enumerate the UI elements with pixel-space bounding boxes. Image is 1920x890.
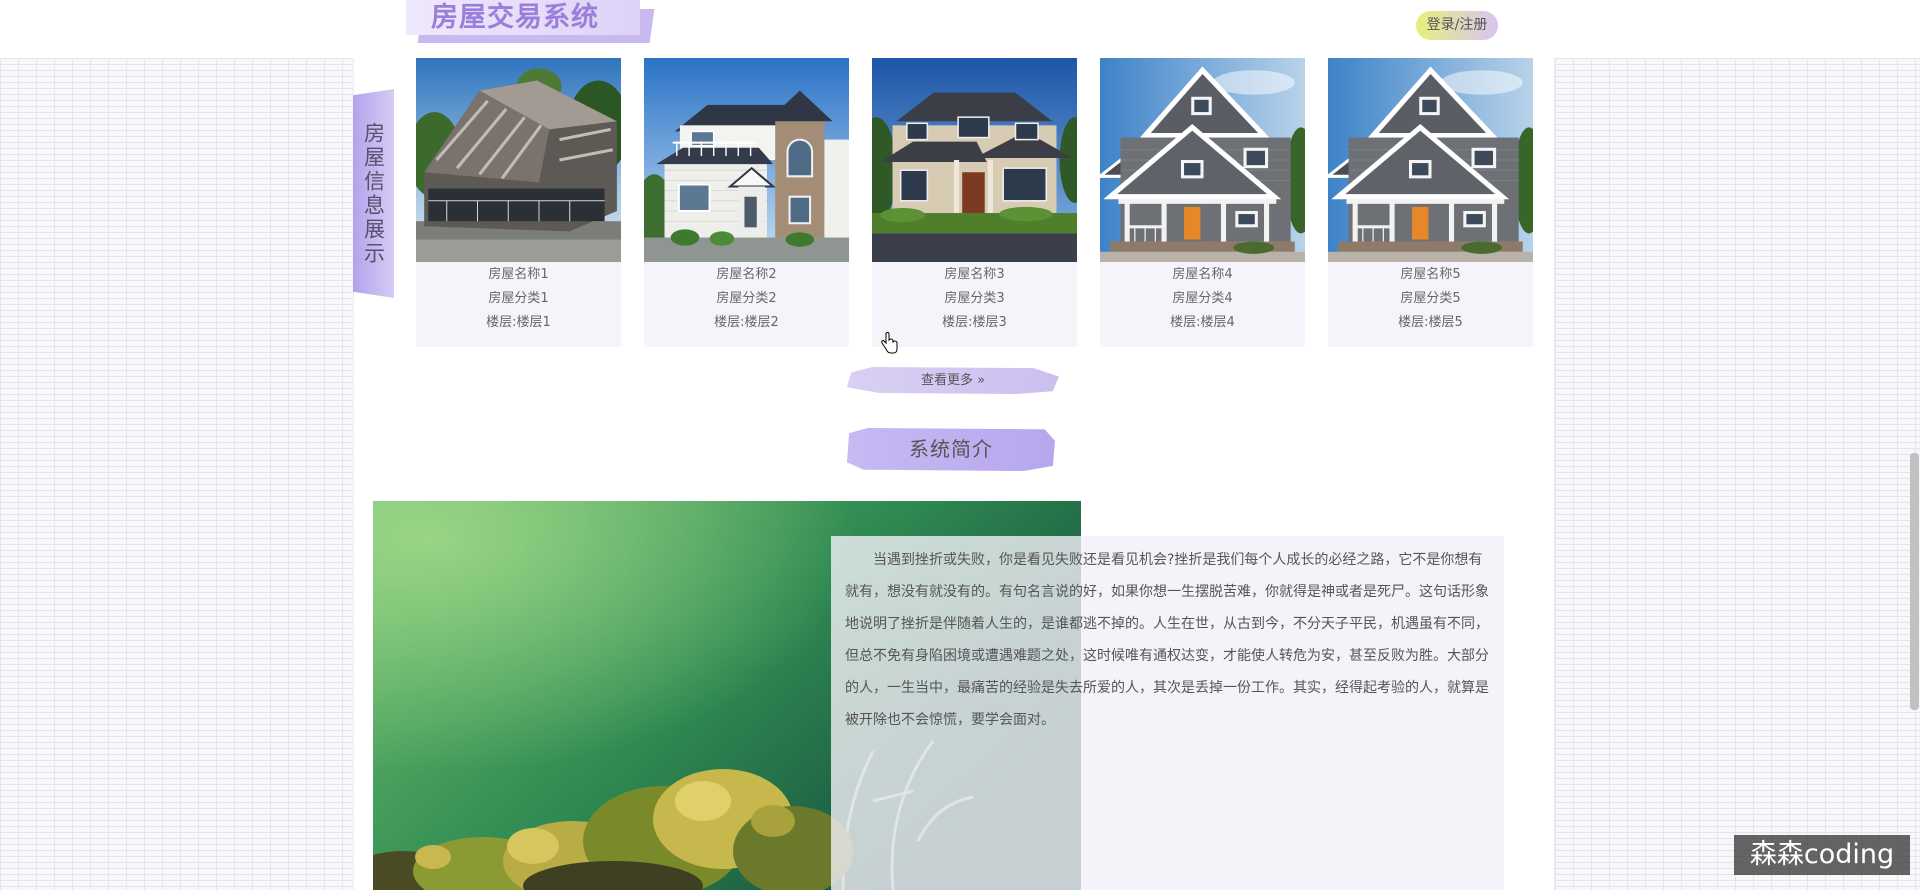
house-image: [1100, 58, 1305, 262]
page-scrollbar-thumb[interactable]: [1910, 453, 1919, 710]
view-more-button[interactable]: 查看更多 »: [847, 367, 1059, 394]
side-tab-label: 房屋信息展示: [361, 121, 386, 266]
house-floor: 楼层:楼层1: [486, 315, 551, 330]
house-card[interactable]: 房屋名称3 房屋分类3 楼层:楼层3: [872, 58, 1077, 347]
house-name: 房屋名称5: [1400, 267, 1461, 282]
house-floor: 楼层:楼层2: [714, 315, 779, 330]
house-floor: 楼层:楼层5: [1398, 315, 1463, 330]
house-card-list: 房屋名称1 房屋分类1 楼层:楼层1 房屋名称2 房屋分类2 楼层:楼层2 房屋…: [416, 58, 1533, 347]
pointer-hand-icon: [881, 332, 898, 354]
intro-text-panel: 当遇到挫折或失败，你是看见失败还是看见机会?挫折是我们每个人成长的必经之路，它不…: [831, 536, 1504, 890]
house-category: 房屋分类5: [1400, 291, 1461, 306]
house-category: 房屋分类3: [944, 291, 1005, 306]
site-title: 房屋交易系统: [431, 2, 599, 33]
house-name: 房屋名称3: [944, 267, 1005, 282]
intro-section-heading: 系统简介: [847, 428, 1055, 471]
house-card[interactable]: 房屋名称1 房屋分类1 楼层:楼层1: [416, 58, 621, 347]
house-card[interactable]: 房屋名称2 房屋分类2 楼层:楼层2: [644, 58, 849, 347]
house-name: 房屋名称2: [716, 267, 777, 282]
house-card[interactable]: 房屋名称4 房屋分类4 楼层:楼层4: [1100, 58, 1305, 347]
house-card[interactable]: 房屋名称5 房屋分类5 楼层:楼层5: [1328, 58, 1533, 347]
house-floor: 楼层:楼层4: [1170, 315, 1235, 330]
intro-paragraph: 当遇到挫折或失败，你是看见失败还是看见机会?挫折是我们每个人成长的必经之路，它不…: [845, 552, 1489, 728]
house-info-section-tab: 房屋信息展示: [353, 89, 394, 298]
house-floor: 楼层:楼层3: [942, 315, 1007, 330]
house-name: 房屋名称1: [488, 267, 549, 282]
login-register-button[interactable]: 登录/注册: [1416, 11, 1498, 40]
house-category: 房屋分类4: [1172, 291, 1233, 306]
house-image: [872, 58, 1077, 262]
video-watermark: 森森coding: [1734, 835, 1910, 875]
house-image: [644, 58, 849, 262]
right-background-pattern: [1555, 58, 1920, 890]
left-background-pattern: [0, 58, 353, 890]
house-name: 房屋名称4: [1172, 267, 1233, 282]
house-category: 房屋分类1: [488, 291, 549, 306]
house-image: [1328, 58, 1533, 262]
house-image: [416, 58, 621, 262]
house-category: 房屋分类2: [716, 291, 777, 306]
header-bar: [0, 0, 1920, 58]
